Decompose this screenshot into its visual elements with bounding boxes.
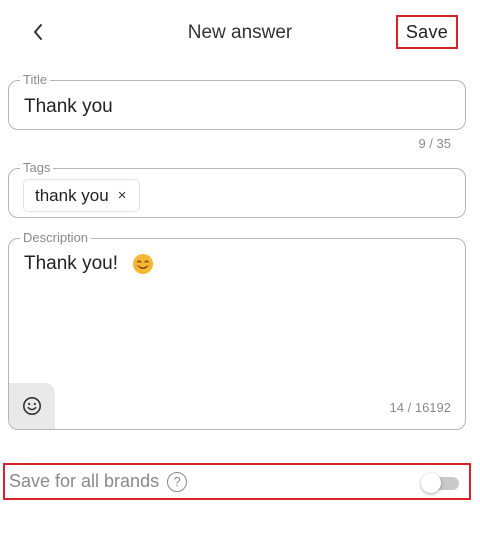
description-field[interactable]: Description Thank you! 14 / 16192 (8, 230, 466, 430)
description-text: Thank you! (24, 253, 118, 274)
description-field-label: Description (20, 230, 92, 246)
tag-chip-label: thank you (35, 185, 109, 205)
save-for-all-brands-label: Save for all brands (9, 471, 160, 491)
save-button[interactable]: Save (396, 15, 458, 49)
help-icon[interactable]: ? (167, 471, 188, 492)
title-field[interactable]: Title Thank you (8, 72, 466, 130)
smiley-icon (23, 397, 41, 415)
save-for-all-brands-row: Save for all brands ? (3, 463, 471, 500)
description-char-counter: 14 / 16192 (389, 400, 451, 415)
tag-chip: thank you × (23, 179, 140, 212)
save-for-all-brands-toggle[interactable] (421, 473, 459, 493)
tag-remove-icon[interactable]: × (118, 188, 127, 203)
header: New answer Save (0, 0, 480, 66)
title-char-counter: 9 / 35 (418, 136, 451, 151)
smiling-face-emoji-icon (133, 254, 153, 274)
title-input-value[interactable]: Thank you (24, 96, 113, 118)
tags-field-label: Tags (20, 160, 54, 176)
tags-field[interactable]: Tags thank you × (8, 160, 466, 218)
description-input-value[interactable]: Thank you! (24, 253, 154, 275)
toggle-knob (421, 473, 441, 493)
emoji-picker-button[interactable] (9, 383, 55, 429)
title-field-label: Title (20, 72, 51, 88)
